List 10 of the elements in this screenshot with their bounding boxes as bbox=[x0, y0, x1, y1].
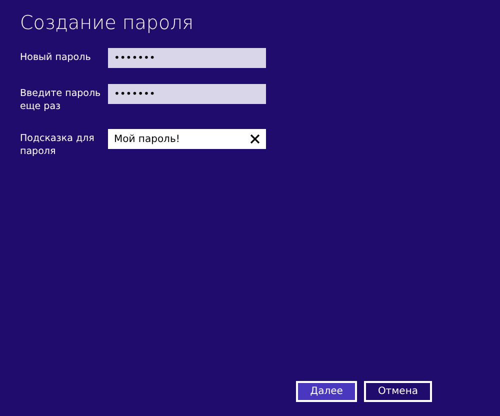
field-label: Введите пароль еще раз bbox=[20, 87, 102, 113]
clear-icon[interactable] bbox=[250, 134, 260, 144]
hint-field[interactable]: Мой пароль! bbox=[108, 129, 266, 149]
password-field[interactable]: ••••••• bbox=[108, 84, 266, 104]
dialog-button[interactable]: Отмена bbox=[364, 381, 432, 402]
page-title: Создание пароля bbox=[20, 12, 194, 34]
field-label: Новый пароль bbox=[20, 51, 92, 64]
dialog-button[interactable]: Далее bbox=[296, 381, 357, 402]
password-field[interactable]: ••••••• bbox=[108, 48, 266, 68]
field-label: Подсказка для пароля bbox=[20, 132, 96, 158]
